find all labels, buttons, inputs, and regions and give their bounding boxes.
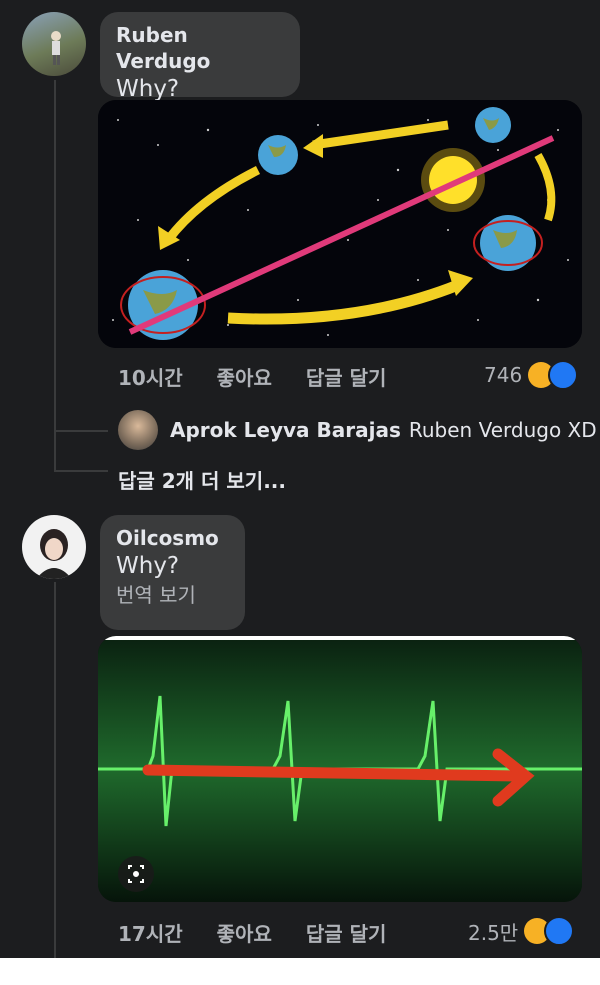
- reply-author[interactable]: Aprok Leyva Barajas: [170, 418, 401, 442]
- heartbeat-image[interactable]: [98, 636, 582, 902]
- comment-time[interactable]: 17시간: [118, 918, 183, 947]
- comment-bubble: Oilcosmo Why? 번역 보기: [100, 515, 245, 630]
- like-icon: [544, 916, 575, 946]
- comment-author[interactable]: Ruben Verdugo: [116, 22, 284, 74]
- reply-button[interactable]: 답글 달기: [306, 918, 387, 947]
- reaction-summary[interactable]: 746: [484, 360, 579, 390]
- bottom-edge: [0, 958, 600, 985]
- comment-actions: 10시간 좋아요 답글 달기: [118, 362, 420, 391]
- like-icon: [548, 360, 579, 390]
- person-silhouette-icon: [51, 31, 61, 65]
- like-button[interactable]: 좋아요: [217, 918, 272, 947]
- avatar[interactable]: [22, 12, 86, 76]
- comment-time[interactable]: 10시간: [118, 362, 183, 391]
- earth-orbit-image[interactable]: [98, 100, 582, 348]
- avatar[interactable]: [118, 410, 158, 450]
- thread-line: [54, 80, 56, 470]
- comment-bubble: Ruben Verdugo Why?: [100, 12, 300, 102]
- view-more-replies-link[interactable]: 답글 2개 더 보기...: [118, 465, 286, 494]
- comment-author[interactable]: Oilcosmo: [116, 525, 229, 551]
- reaction-summary[interactable]: 2.5만: [468, 916, 575, 946]
- reaction-count: 746: [484, 363, 523, 387]
- like-button[interactable]: 좋아요: [217, 362, 272, 391]
- reaction-count: 2.5만: [468, 920, 519, 945]
- reply-text: Ruben Verdugo XD: [408, 418, 597, 442]
- person-avatar-icon: [36, 529, 72, 579]
- thread-branch: [54, 470, 108, 472]
- heartbeat-illustration: [98, 636, 582, 902]
- comment-text: Why?: [116, 553, 180, 579]
- reply-preview[interactable]: Aprok Leyva Barajas Ruben Verdugo XD: [118, 410, 597, 450]
- thread-branch: [54, 430, 108, 432]
- comment-actions: 17시간 좋아요 답글 달기: [118, 918, 420, 947]
- reply-button[interactable]: 답글 달기: [306, 362, 387, 391]
- thread-line: [54, 582, 56, 962]
- earth-orbit-illustration: [98, 100, 582, 348]
- translate-link[interactable]: 번역 보기: [116, 581, 229, 609]
- avatar[interactable]: [22, 515, 86, 579]
